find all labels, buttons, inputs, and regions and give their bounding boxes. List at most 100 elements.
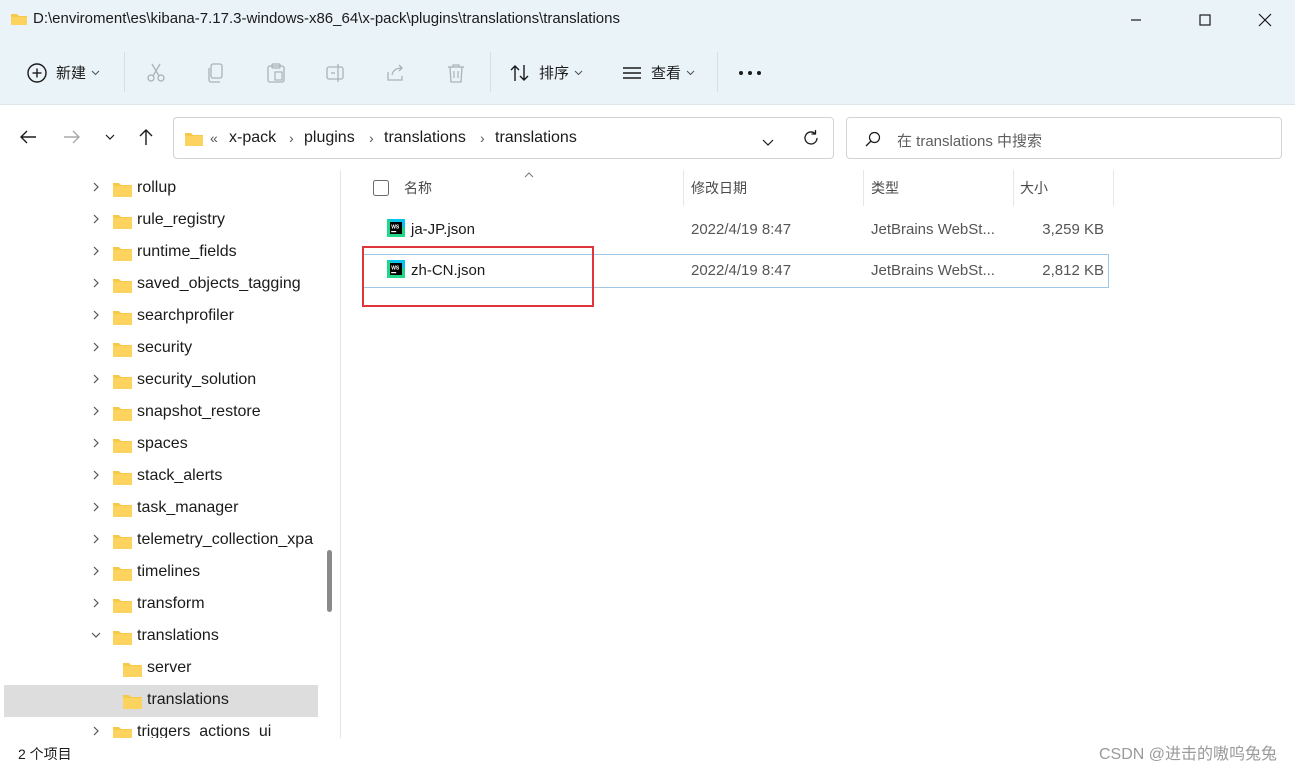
chevron-down-icon[interactable] [90,631,102,639]
select-all-checkbox[interactable] [373,170,389,206]
chevron-right-icon[interactable] [92,405,100,417]
tree-item[interactable]: telemetry_collection_xpa [0,525,318,557]
copy-button[interactable] [205,40,227,105]
tree-item[interactable]: stack_alerts [0,461,318,493]
folder-icon [113,375,132,389]
more-dots-icon [739,70,761,75]
breadcrumb-plugins[interactable]: plugins [304,129,355,147]
tree-item[interactable]: runtime_fields [0,237,318,269]
search-icon [865,131,881,151]
tree-item-label: telemetry_collection_xpa [137,531,314,548]
chevron-right-icon[interactable] [92,373,100,385]
tree-item-label: spaces [137,435,188,452]
clipboard-icon [267,62,285,83]
scrollbar-thumb[interactable] [327,550,332,612]
share-button[interactable] [385,40,407,105]
tree-item[interactable]: triggers_actions_ui [0,717,318,738]
cut-button[interactable] [145,40,167,105]
tree-item-label: translations [137,627,219,644]
chevron-right-icon[interactable] [92,213,100,225]
tree-item-expanded[interactable]: translations [0,621,318,653]
chevron-right-icon[interactable] [92,725,100,737]
tree-item-label: server [147,659,192,676]
folder-icon [113,631,132,645]
tree-item[interactable]: task_manager [0,493,318,525]
up-button[interactable] [132,123,160,151]
column-header-name[interactable]: 名称 [404,170,432,206]
arrow-up-icon [139,129,153,145]
file-row[interactable]: WS ja-JP.json 2022/4/19 8:47 JetBrains W… [363,213,1109,247]
tree-item[interactable]: spaces [0,429,318,461]
tree-item[interactable]: rule_registry [0,205,318,237]
view-button[interactable]: 查看 [621,40,695,105]
column-separator[interactable] [1113,170,1114,206]
chevron-down-icon [91,70,100,75]
file-modified: 2022/4/19 8:47 [691,262,792,279]
chevron-right-icon[interactable] [92,245,100,257]
tree-item[interactable]: security_solution [0,365,318,397]
back-button[interactable] [14,123,42,151]
sort-button[interactable]: 排序 [509,40,583,105]
close-button[interactable] [1242,0,1288,40]
tree-item-label: task_manager [137,499,239,516]
chevron-right-icon[interactable] [92,277,100,289]
file-type: JetBrains WebSt... [871,221,995,238]
breadcrumb-translations-current[interactable]: translations [495,129,577,147]
new-button[interactable]: 新建 [26,40,100,105]
chevron-right-icon[interactable] [92,437,100,449]
chevron-right-icon[interactable] [92,565,100,577]
folder-icon [184,130,204,151]
chevron-right-icon[interactable] [92,469,100,481]
paste-button[interactable] [265,40,287,105]
column-header-size[interactable]: 大小 [1020,170,1048,206]
column-separator[interactable] [1013,170,1014,206]
tree-item[interactable]: saved_objects_tagging [0,269,318,301]
chevron-right-icon[interactable] [92,597,100,609]
forward-button[interactable] [58,123,86,151]
search-box[interactable]: 在 translations 中搜索 [846,117,1282,159]
column-header-type[interactable]: 类型 [871,170,899,206]
delete-button[interactable] [445,40,467,105]
breadcrumb-separator: › [480,130,485,146]
breadcrumb-translations[interactable]: translations [384,129,466,147]
more-options-button[interactable] [738,40,762,105]
column-separator[interactable] [683,170,684,206]
file-size: 2,812 KB [1042,262,1104,279]
chevron-right-icon[interactable] [92,309,100,321]
chevron-right-icon[interactable] [92,533,100,545]
minimize-button[interactable] [1113,0,1159,40]
rename-button[interactable] [325,40,347,105]
address-dropdown-icon[interactable] [762,134,774,151]
maximize-button[interactable] [1182,0,1228,40]
refresh-icon[interactable] [802,129,820,151]
folder-icon [113,183,132,197]
share-icon [387,64,403,81]
tree-item[interactable]: searchprofiler [0,301,318,333]
chevron-right-icon[interactable] [92,501,100,513]
column-separator[interactable] [863,170,864,206]
tree-item-selected[interactable]: translations [4,685,318,717]
navigation-scrollbar[interactable] [319,170,340,738]
column-header-modified[interactable]: 修改日期 [691,170,747,206]
tree-item[interactable]: security [0,333,318,365]
file-name: ja-JP.json [411,221,475,238]
address-bar[interactable]: « x-pack › plugins › translations › tran… [173,117,834,159]
tree-item[interactable]: transform [0,589,318,621]
tree-item[interactable]: server [0,653,318,685]
tree-item[interactable]: rollup [0,173,318,205]
item-count: 2 个项目 [18,746,72,762]
breadcrumb-overflow[interactable]: « [210,130,218,146]
recent-locations-button[interactable] [96,123,124,151]
copy-icon [208,62,223,83]
tree-item-label: snapshot_restore [137,403,261,420]
sort-ascending-icon [524,172,534,178]
tree-item[interactable]: timelines [0,557,318,589]
tree-item[interactable]: snapshot_restore [0,397,318,429]
breadcrumb-x-pack[interactable]: x-pack [229,129,276,147]
sort-label: 排序 [539,65,570,82]
folder-icon [113,311,132,325]
tree-item-label: security [137,339,193,356]
folder-icon [113,279,132,293]
chevron-right-icon[interactable] [92,181,100,193]
chevron-right-icon[interactable] [92,341,100,353]
